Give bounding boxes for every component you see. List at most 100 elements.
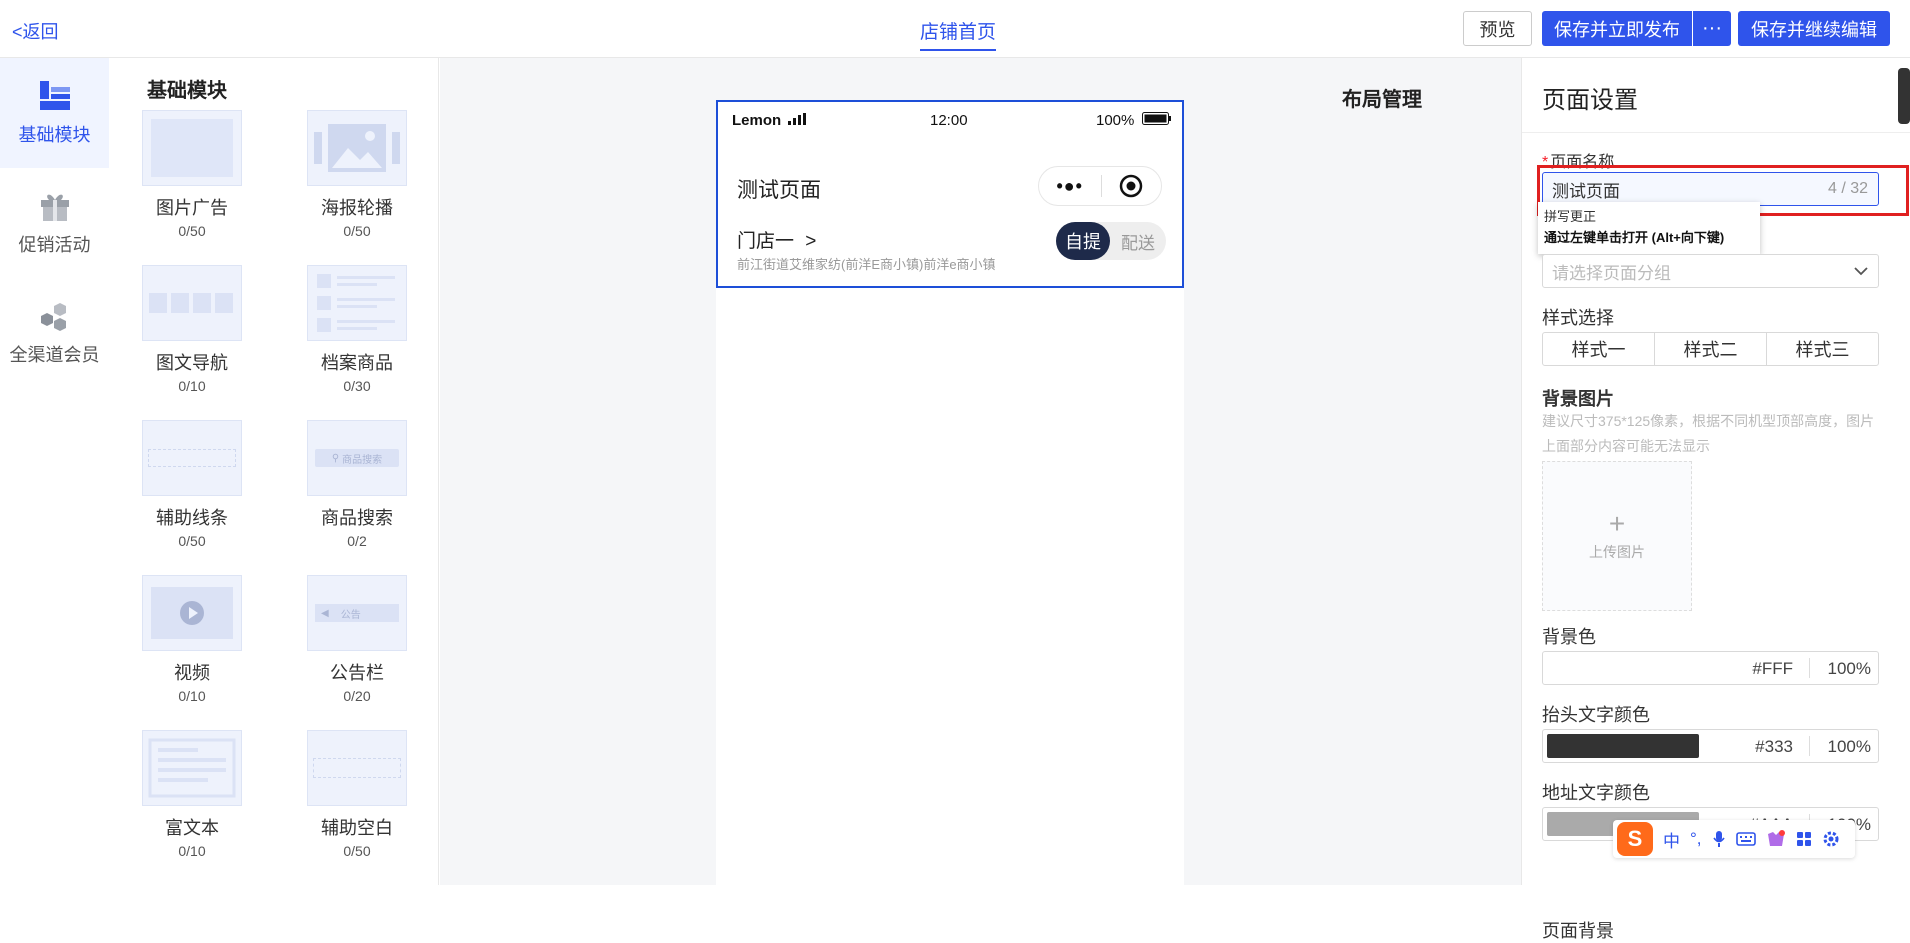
header-color-opacity[interactable]: 100% [1813, 737, 1871, 757]
category-rail: 基础模块 促销活动 全渠道会员 [0, 58, 109, 885]
tab-store-home[interactable]: 店铺首页 [920, 17, 997, 51]
header-text-color-label: 抬头文字颜色 [1542, 705, 1650, 725]
style-option-2[interactable]: 样式二 [1655, 333, 1767, 365]
page-settings-panel: 页面设置 * 页面名称 测试页面 4 / 32 拼写更正 通过左键单击打开 (Al… [1521, 58, 1910, 941]
style-option-1[interactable]: 样式一 [1543, 333, 1655, 365]
bg-color-opacity[interactable]: 100% [1813, 659, 1871, 679]
bg-image-hint: 建议尺寸375*125像素，根据不同机型顶部高度，图片上面部分内容可能无法显示 [1542, 413, 1875, 454]
rail-item-promotions[interactable]: 促销活动 [0, 168, 109, 278]
keyboard-icon[interactable] [1735, 832, 1756, 846]
back-link[interactable]: <返回 [12, 18, 59, 44]
gift-icon [40, 194, 69, 221]
sogou-logo-icon[interactable]: S [1617, 822, 1653, 856]
image-icon [314, 124, 400, 172]
chevron-down-icon [1854, 266, 1868, 275]
module-image-nav[interactable]: 图文导航 0/10 [132, 265, 252, 405]
upload-image-button[interactable]: + 上传图片 [1542, 461, 1692, 611]
bg-image-label: 背景图片 [1542, 389, 1614, 409]
module-count: 0/50 [343, 843, 371, 859]
phone-page-title: 测试页面 [737, 179, 821, 202]
more-options-button[interactable]: ··· [1693, 11, 1731, 46]
rail-item-label: 全渠道会员 [9, 345, 100, 365]
status-time: 12:00 [930, 112, 968, 129]
rail-item-label: 促销活动 [18, 235, 91, 255]
module-name: 档案商品 [321, 353, 393, 373]
status-carrier: Lemon [732, 112, 807, 129]
more-dots-icon: •●• [1056, 175, 1083, 196]
divider-line-thumb [142, 420, 242, 496]
module-count: 0/2 [347, 533, 367, 549]
module-product-search[interactable]: ⚲ 商品搜索 商品搜索 0/2 [297, 420, 417, 560]
module-name: 图文导航 [156, 353, 228, 373]
module-notice-bar[interactable]: ◀ 公告 公告栏 0/20 [297, 575, 417, 715]
tooltip-title: 拼写更正 [1544, 209, 1597, 224]
module-poster-carousel[interactable]: 海报轮播 0/50 [297, 110, 417, 250]
module-blank-space[interactable]: 辅助空白 0/50 [297, 730, 417, 870]
image-ad-thumb [142, 110, 242, 186]
rail-item-label: 基础模块 [18, 125, 91, 145]
save-continue-button[interactable]: 保存并继续编辑 [1738, 11, 1890, 46]
preview-button[interactable]: 预览 [1463, 11, 1532, 46]
bg-color-picker[interactable]: #FFF 100% [1542, 651, 1879, 685]
bg-color-swatch[interactable] [1547, 656, 1699, 680]
style-select-label: 样式选择 [1542, 308, 1614, 328]
page-header-block[interactable]: Lemon 12:00 100% 测试页面 •●• 门店一 > 前江街道艾维家纺… [716, 100, 1184, 288]
page-group-select[interactable]: 请选择页面分组 [1542, 254, 1879, 288]
rail-item-basic-modules[interactable]: 基础模块 [0, 58, 109, 168]
grid-nav-icon [149, 293, 233, 313]
page-bg-label: 页面背景 [1542, 921, 1614, 941]
module-count: 0/10 [178, 843, 206, 859]
module-rich-text[interactable]: 富文本 0/10 [132, 730, 252, 870]
module-palette: 基础模块 图片广告 0/50 海报轮播 0/50 图文导航 0/10 档案商品 … [109, 58, 439, 885]
notice-bar-thumb: ◀ 公告 [307, 575, 407, 651]
pickup-option: 自提 [1056, 222, 1110, 260]
play-icon [180, 601, 204, 625]
carousel-thumb [307, 110, 407, 186]
module-name: 海报轮播 [321, 198, 393, 218]
modules-title: 基础模块 [147, 80, 227, 102]
rail-item-omnichannel-members[interactable]: 全渠道会员 [0, 278, 109, 388]
plus-icon: + [1608, 508, 1626, 539]
module-name: 公告栏 [330, 663, 384, 683]
list-icon [317, 274, 395, 332]
target-close-icon [1119, 174, 1143, 198]
ime-punctuation-toggle[interactable]: °, [1690, 829, 1702, 849]
settings-divider [1522, 132, 1910, 133]
members-icon [40, 303, 66, 331]
module-archive-products[interactable]: 档案商品 0/30 [297, 265, 417, 405]
settings-gear-icon[interactable] [1822, 830, 1840, 848]
spellcheck-tooltip[interactable]: 拼写更正 通过左键单击打开 (Alt+向下键) [1538, 202, 1760, 254]
bg-color-label: 背景色 [1542, 627, 1596, 647]
chevron-right-icon: > [805, 231, 817, 252]
address-text-color-label: 地址文字颜色 [1542, 783, 1650, 803]
archive-products-thumb [307, 265, 407, 341]
blank-space-thumb [307, 730, 407, 806]
module-name: 辅助线条 [156, 508, 228, 528]
microphone-icon[interactable] [1712, 830, 1726, 848]
style-option-3[interactable]: 样式三 [1767, 333, 1878, 365]
separator [1809, 736, 1810, 756]
module-divider-line[interactable]: 辅助线条 0/50 [132, 420, 252, 560]
save-publish-button[interactable]: 保存并立即发布 [1542, 11, 1692, 46]
skin-icon[interactable] [1766, 830, 1786, 848]
phone-preview: Lemon 12:00 100% 测试页面 •●• 门店一 > 前江街道艾维家纺… [716, 100, 1184, 885]
module-image-ad[interactable]: 图片广告 0/50 [132, 110, 252, 250]
style-segmented-control: 样式一 样式二 样式三 [1542, 332, 1879, 366]
capsule-close [1101, 174, 1161, 198]
settings-scrollbar[interactable] [1898, 68, 1910, 124]
header-text-color-picker[interactable]: #333 100% [1542, 729, 1879, 763]
module-count: 0/30 [343, 378, 371, 394]
layout-management-title[interactable]: 布局管理 [1342, 83, 1422, 112]
module-video[interactable]: 视频 0/10 [132, 575, 252, 715]
apps-grid-icon[interactable] [1796, 831, 1812, 847]
ime-language-toggle[interactable]: 中 [1663, 827, 1680, 852]
rich-text-thumb [142, 730, 242, 806]
editor-canvas: 布局管理 Lemon 12:00 100% 测试页面 •●• 门店一 > 前江街… [440, 58, 1521, 885]
module-count: 0/10 [178, 688, 206, 704]
top-bar: <返回 店铺首页 预览 保存并立即发布 ··· 保存并继续编辑 [0, 0, 1910, 58]
header-color-swatch[interactable] [1547, 734, 1699, 758]
store-name: 门店一 [737, 231, 795, 252]
megaphone-icon: ◀ [321, 607, 329, 619]
blocks-icon [39, 81, 70, 110]
module-name: 图片广告 [156, 198, 228, 218]
